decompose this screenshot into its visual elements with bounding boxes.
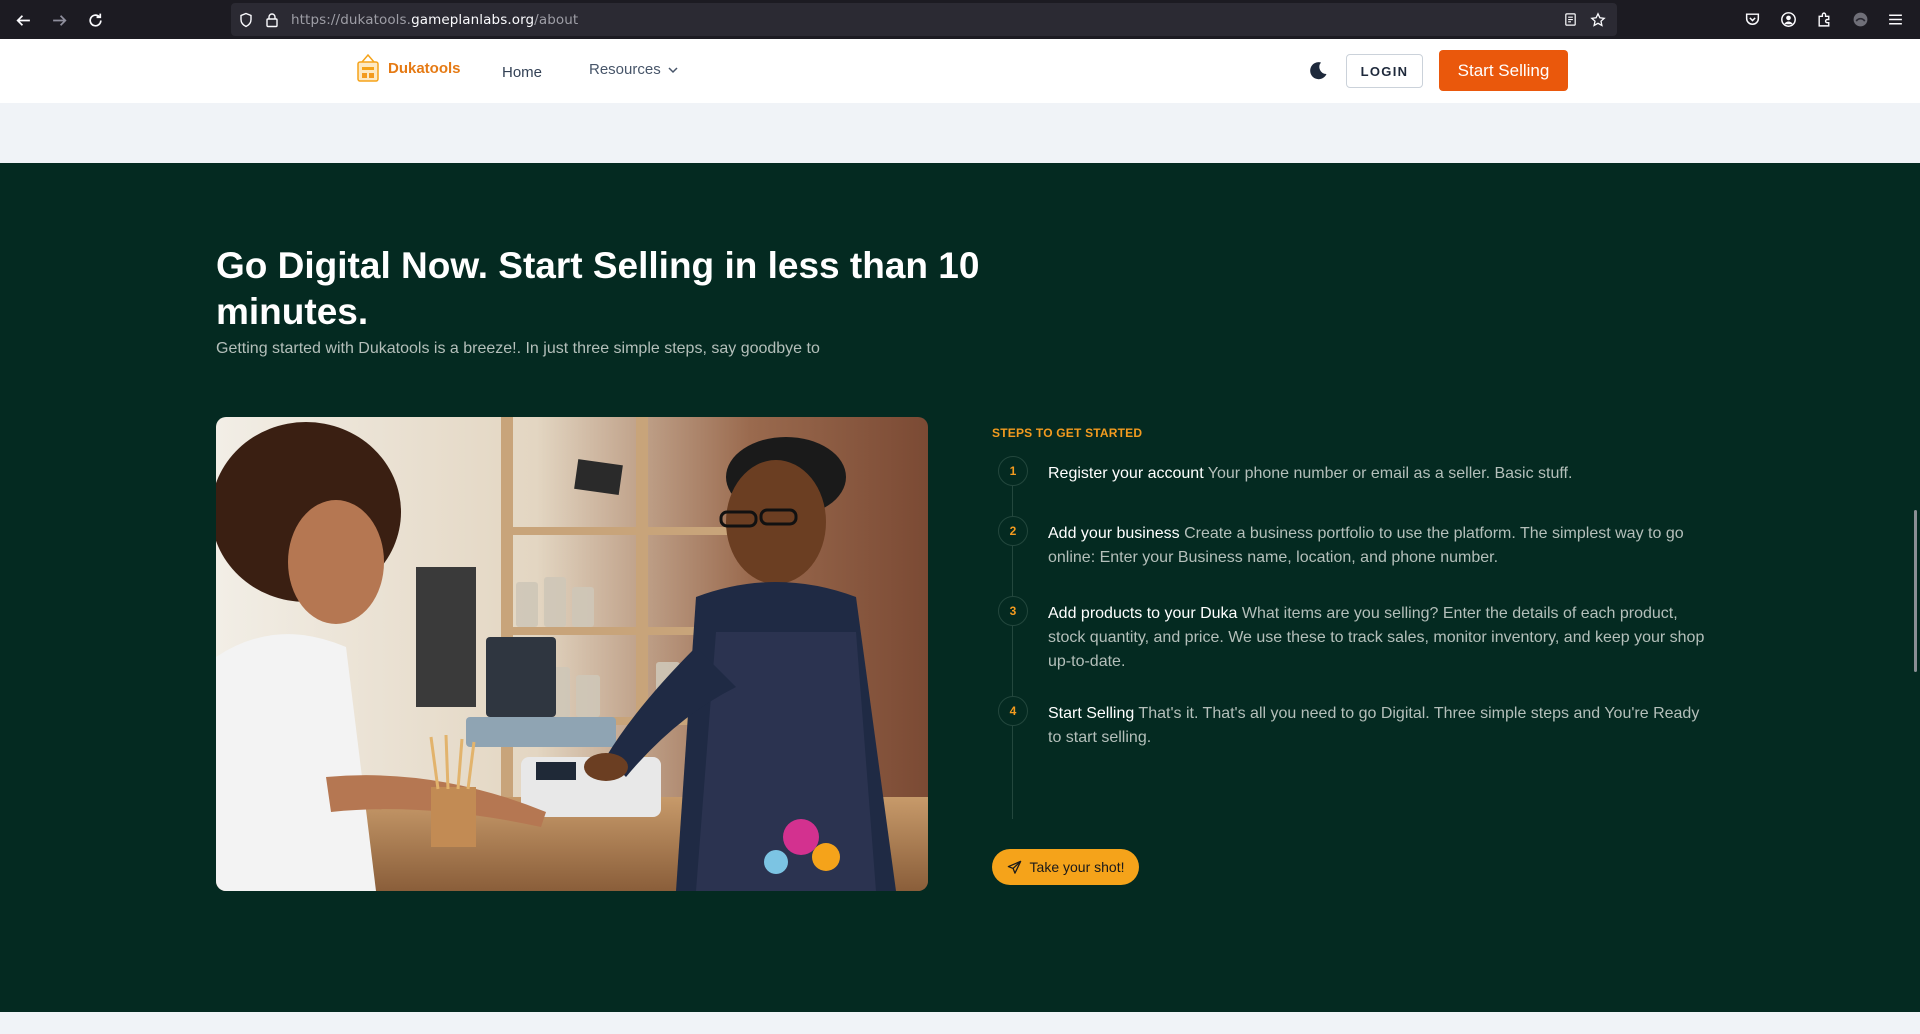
url-text[interactable]: https://dukatools.gameplanlabs.org/about [291, 12, 578, 28]
address-bar[interactable]: https://dukatools.gameplanlabs.org/about [231, 3, 1617, 36]
pocket-icon[interactable] [1741, 8, 1763, 30]
nav-resources-label: Resources [589, 61, 661, 78]
start-selling-button[interactable]: Start Selling [1439, 50, 1568, 91]
menu-icon[interactable] [1884, 8, 1906, 30]
take-your-shot-label: Take your shot! [1029, 859, 1125, 875]
account-icon[interactable] [1777, 8, 1799, 30]
chevron-down-icon [668, 66, 678, 73]
profile-circle-icon[interactable] [1849, 8, 1871, 30]
step-title: Register your account [1048, 465, 1204, 482]
section-title: Go Digital Now. Start Selling in less th… [216, 245, 980, 332]
step-number: 1 [998, 456, 1028, 486]
shop-scene-image [216, 417, 928, 891]
shop-photo [216, 417, 928, 891]
site-header: Dukatools Home Resources LOGIN Start Sel… [0, 39, 1920, 103]
step-text: That's it. That's all you need to go Dig… [1048, 705, 1700, 746]
steps-label: STEPS TO GET STARTED [992, 426, 1143, 440]
login-button[interactable]: LOGIN [1346, 54, 1423, 88]
paper-plane-icon [1007, 860, 1021, 874]
dark-mode-toggle[interactable] [1306, 59, 1330, 83]
browser-toolbar: https://dukatools.gameplanlabs.org/about [0, 0, 1920, 39]
step-title: Add products to your Duka [1048, 605, 1238, 622]
nav-resources-dropdown[interactable]: Resources [589, 61, 679, 78]
back-icon[interactable] [10, 7, 36, 33]
steps-section: Go Digital Now. Start Selling in less th… [0, 163, 1920, 1012]
step-number: 4 [998, 696, 1028, 726]
page-scrollbar[interactable] [1914, 510, 1917, 672]
forward-icon[interactable] [46, 7, 72, 33]
bookmark-star-icon[interactable] [1589, 11, 1607, 29]
step-title: Add your business [1048, 525, 1180, 542]
step-number: 2 [998, 516, 1028, 546]
reader-view-icon[interactable] [1561, 11, 1579, 29]
step-text: Your phone number or email as a seller. … [1207, 465, 1573, 482]
logo[interactable]: Dukatools [356, 53, 461, 83]
moon-icon [1310, 62, 1327, 80]
extensions-icon[interactable] [1813, 8, 1835, 30]
logo-text: Dukatools [388, 59, 461, 77]
shop-logo-icon [357, 53, 379, 82]
reload-icon[interactable] [82, 7, 108, 33]
nav-home-link[interactable]: Home [502, 64, 542, 81]
take-your-shot-button[interactable]: Take your shot! [992, 849, 1139, 885]
step-title: Start Selling [1048, 705, 1135, 722]
step-number: 3 [998, 596, 1028, 626]
section-subtitle: Getting started with Dukatools is a bree… [216, 340, 820, 357]
shield-icon[interactable] [237, 11, 255, 29]
lock-icon[interactable] [263, 11, 281, 29]
